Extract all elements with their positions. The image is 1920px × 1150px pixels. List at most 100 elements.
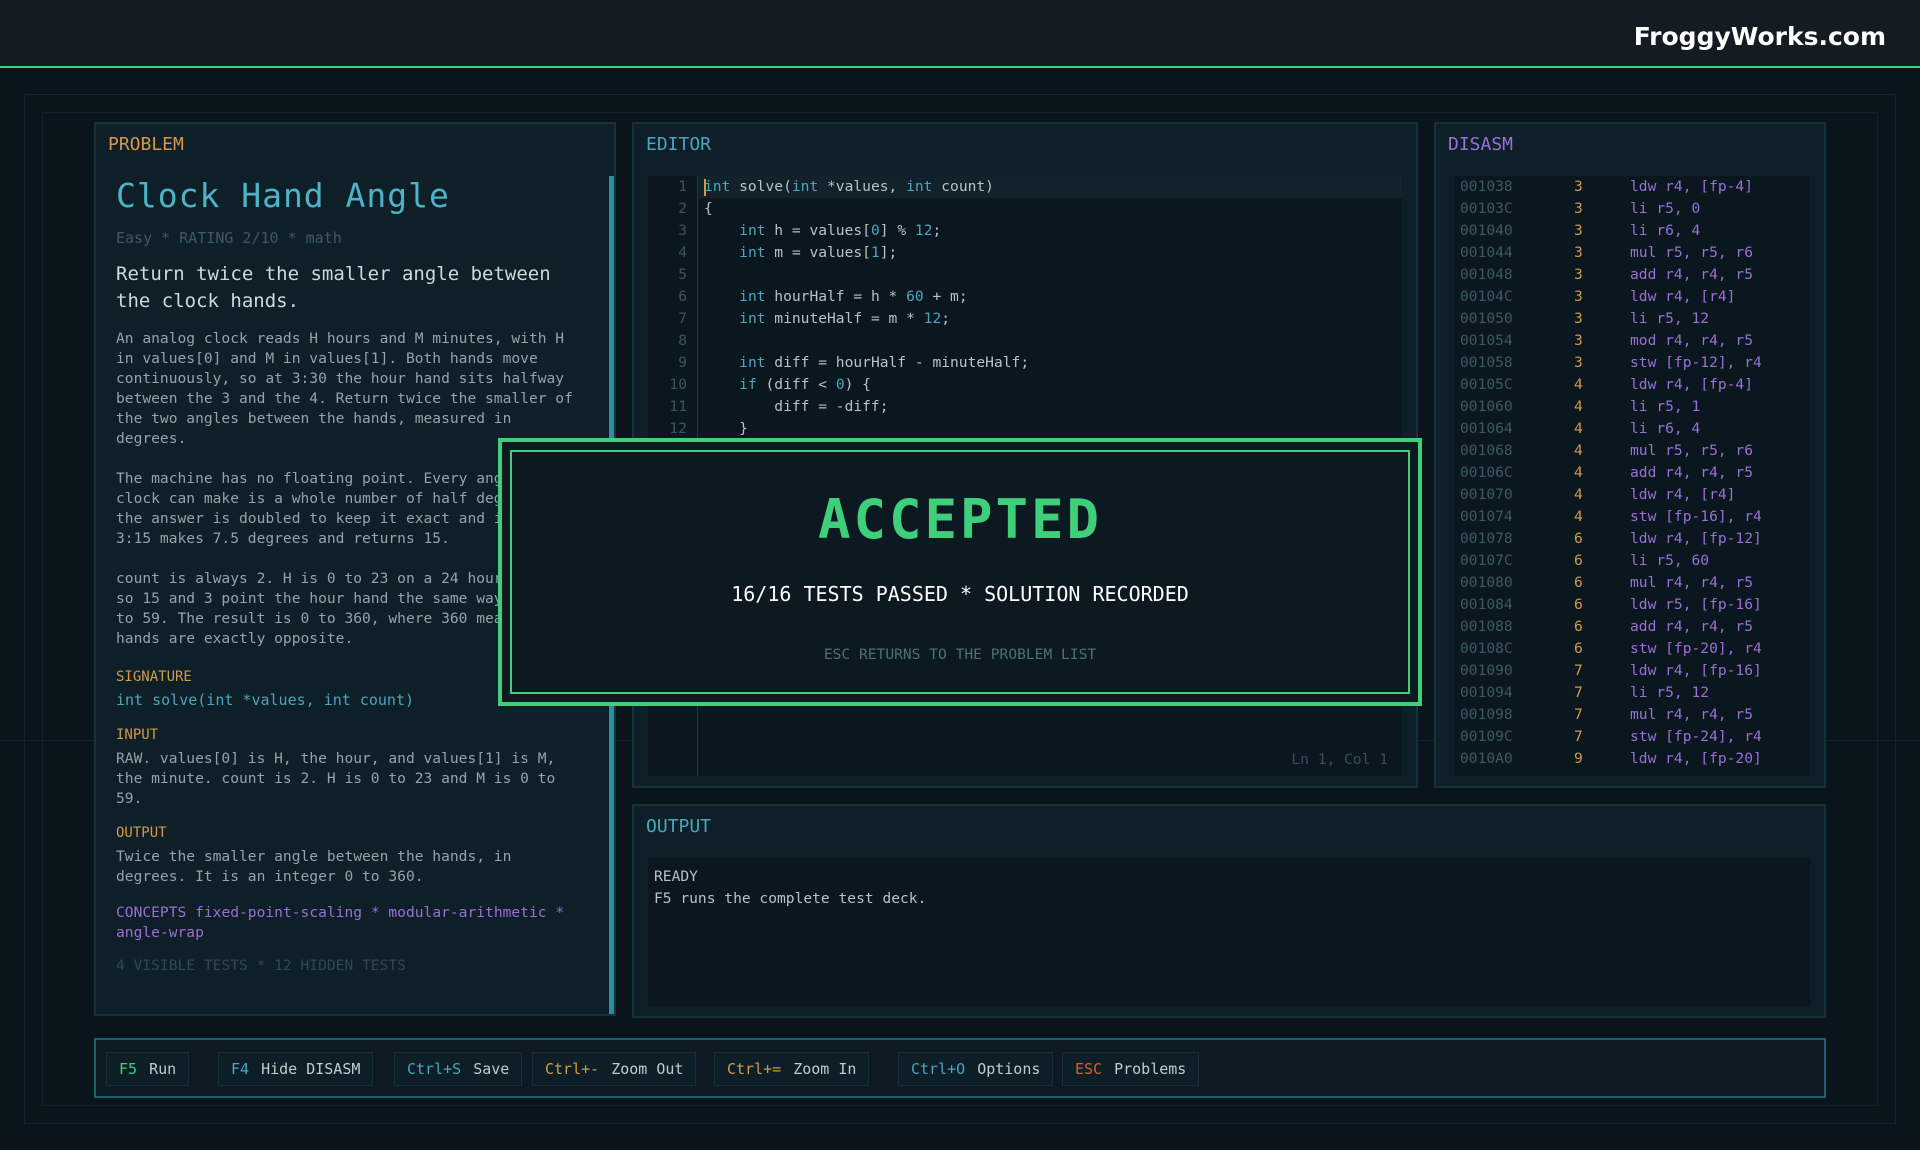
shortcut-label: Zoom In bbox=[793, 1060, 857, 1078]
shortcut-save[interactable]: Ctrl+S Save bbox=[394, 1052, 523, 1086]
code-line: diff = -diff; bbox=[704, 398, 889, 415]
line-number: 3 bbox=[678, 222, 687, 239]
concepts-list: CONCEPTS fixed-point-scaling * modular-a… bbox=[116, 903, 586, 943]
editor-panel-title: EDITOR bbox=[646, 134, 712, 155]
disasm-address: 001098 bbox=[1460, 706, 1513, 723]
accepted-dialog: ACCEPTED 16/16 TESTS PASSED * SOLUTION R… bbox=[498, 438, 1422, 706]
dialog-hint[interactable]: ESC RETURNS TO THE PROBLEM LIST bbox=[502, 646, 1418, 663]
disasm-row[interactable]: 001080 6 mul r4, r4, r5 bbox=[1454, 574, 1810, 596]
disasm-address: 00106C bbox=[1460, 464, 1513, 481]
brand-logo: FroggyWorks.com bbox=[1633, 22, 1886, 51]
disasm-row[interactable]: 001038 3 ldw r4, [fp-4] bbox=[1454, 178, 1810, 200]
shortcut-key: F5 bbox=[119, 1060, 138, 1078]
disasm-row[interactable]: 001090 7 ldw r4, [fp-16] bbox=[1454, 662, 1810, 684]
shortcut-bar: F5 Run F4 Hide DISASM Ctrl+S Save Ctrl+- Zoom O… bbox=[94, 1038, 1826, 1098]
disasm-address: 001094 bbox=[1460, 684, 1513, 701]
shortcut-zoom-in[interactable]: Ctrl+= Zoom In bbox=[714, 1052, 870, 1086]
output-heading: OUTPUT bbox=[116, 825, 167, 841]
disasm-row[interactable]: 001044 3 mul r5, r5, r6 bbox=[1454, 244, 1810, 266]
shortcut-hide-disasm[interactable]: F4 Hide DISASM bbox=[218, 1052, 374, 1086]
code-line: int h = values[0] % 12; bbox=[739, 222, 942, 239]
disasm-row[interactable]: 0010A0 9 ldw r4, [fp-20] bbox=[1454, 750, 1810, 772]
disasm-instruction: li r5, 1 bbox=[1630, 398, 1701, 415]
shortcut-label: Options bbox=[977, 1060, 1041, 1078]
disasm-list[interactable]: 001038 3 ldw r4, [fp-4] 00103C 3 li r5, 0 0010… bbox=[1454, 176, 1810, 776]
disasm-source-line: 6 bbox=[1574, 530, 1583, 547]
disasm-source-line: 6 bbox=[1574, 574, 1583, 591]
disasm-instruction: li r5, 12 bbox=[1630, 310, 1710, 327]
disasm-instruction: li r5, 12 bbox=[1630, 684, 1710, 701]
disasm-row[interactable]: 001070 4 ldw r4, [r4] bbox=[1454, 486, 1810, 508]
disasm-row[interactable]: 001094 7 li r5, 12 bbox=[1454, 684, 1810, 706]
disasm-address: 001084 bbox=[1460, 596, 1513, 613]
disasm-address: 00107C bbox=[1460, 552, 1513, 569]
disasm-source-line: 3 bbox=[1574, 178, 1583, 195]
disasm-address: 001090 bbox=[1460, 662, 1513, 679]
shortcut-zoom-out[interactable]: Ctrl+- Zoom Out bbox=[532, 1052, 697, 1086]
disasm-address: 001088 bbox=[1460, 618, 1513, 635]
top-bar: FroggyWorks.com bbox=[0, 0, 1920, 68]
disasm-row[interactable]: 001074 4 stw [fp-16], r4 bbox=[1454, 508, 1810, 530]
disasm-source-line: 6 bbox=[1574, 640, 1583, 657]
disasm-row[interactable]: 001060 4 li r5, 1 bbox=[1454, 398, 1810, 420]
disasm-row[interactable]: 001050 3 li r5, 12 bbox=[1454, 310, 1810, 332]
disasm-row[interactable]: 001064 4 li r6, 4 bbox=[1454, 420, 1810, 442]
disasm-address: 001058 bbox=[1460, 354, 1513, 371]
disasm-row[interactable]: 001088 6 add r4, r4, r5 bbox=[1454, 618, 1810, 640]
shortcut-options[interactable]: Ctrl+O Options bbox=[898, 1052, 1054, 1086]
line-number: 10 bbox=[669, 376, 687, 393]
disasm-address: 001080 bbox=[1460, 574, 1513, 591]
disasm-address: 001050 bbox=[1460, 310, 1513, 327]
shortcut-run[interactable]: F5 Run bbox=[106, 1052, 190, 1086]
disasm-address: 001078 bbox=[1460, 530, 1513, 547]
disasm-address: 001044 bbox=[1460, 244, 1513, 261]
shortcut-label: Save bbox=[473, 1060, 510, 1078]
disasm-instruction: li r6, 4 bbox=[1630, 222, 1701, 239]
disasm-row[interactable]: 00106C 4 add r4, r4, r5 bbox=[1454, 464, 1810, 486]
disasm-row[interactable]: 00109C 7 stw [fp-24], r4 bbox=[1454, 728, 1810, 750]
disasm-instruction: mul r5, r5, r6 bbox=[1630, 442, 1754, 459]
disasm-instruction: ldw r4, [r4] bbox=[1630, 486, 1736, 503]
output-console: READY F5 runs the complete test deck. bbox=[648, 858, 1810, 1006]
disasm-row[interactable]: 00105C 4 ldw r4, [fp-4] bbox=[1454, 376, 1810, 398]
disasm-row[interactable]: 001084 6 ldw r5, [fp-16] bbox=[1454, 596, 1810, 618]
disasm-address: 001048 bbox=[1460, 266, 1513, 283]
disasm-row[interactable]: 001068 4 mul r5, r5, r6 bbox=[1454, 442, 1810, 464]
disasm-address: 0010A0 bbox=[1460, 750, 1513, 767]
disasm-source-line: 3 bbox=[1574, 288, 1583, 305]
code-line: int solve(int *values, int count) bbox=[704, 178, 994, 195]
disasm-instruction: mul r5, r5, r6 bbox=[1630, 244, 1754, 261]
line-number: 6 bbox=[678, 288, 687, 305]
shortcut-label: Run bbox=[149, 1060, 177, 1078]
line-number: 12 bbox=[669, 420, 687, 437]
disasm-row[interactable]: 001048 3 add r4, r4, r5 bbox=[1454, 266, 1810, 288]
disasm-row[interactable]: 00104C 3 ldw r4, [r4] bbox=[1454, 288, 1810, 310]
disasm-source-line: 4 bbox=[1574, 486, 1583, 503]
code-line: int diff = hourHalf - minuteHalf; bbox=[739, 354, 1030, 371]
disasm-address: 00105C bbox=[1460, 376, 1513, 393]
disasm-instruction: li r5, 0 bbox=[1630, 200, 1701, 217]
disasm-instruction: ldw r4, [r4] bbox=[1630, 288, 1736, 305]
disasm-row[interactable]: 001078 6 ldw r4, [fp-12] bbox=[1454, 530, 1810, 552]
disasm-instruction: li r6, 4 bbox=[1630, 420, 1701, 437]
problem-panel-title: PROBLEM bbox=[108, 134, 184, 155]
disasm-address: 001070 bbox=[1460, 486, 1513, 503]
disasm-source-line: 4 bbox=[1574, 442, 1583, 459]
shortcut-key: ESC bbox=[1075, 1060, 1103, 1078]
output-panel: OUTPUT READY F5 runs the complete test d… bbox=[632, 804, 1826, 1018]
disasm-row[interactable]: 001054 3 mod r4, r4, r5 bbox=[1454, 332, 1810, 354]
disasm-address: 001054 bbox=[1460, 332, 1513, 349]
disasm-row[interactable]: 00108C 6 stw [fp-20], r4 bbox=[1454, 640, 1810, 662]
disasm-source-line: 6 bbox=[1574, 596, 1583, 613]
shortcut-problems[interactable]: ESC Problems bbox=[1062, 1052, 1200, 1086]
disasm-row[interactable]: 001058 3 stw [fp-12], r4 bbox=[1454, 354, 1810, 376]
code-line: int minuteHalf = m * 12; bbox=[739, 310, 951, 327]
disasm-panel: DISASM 001038 3 ldw r4, [fp-4] 00103C 3 li r5… bbox=[1434, 122, 1826, 788]
disasm-row[interactable]: 001098 7 mul r4, r4, r5 bbox=[1454, 706, 1810, 728]
disasm-row[interactable]: 00107C 6 li r5, 60 bbox=[1454, 552, 1810, 574]
disasm-row[interactable]: 001040 3 li r6, 4 bbox=[1454, 222, 1810, 244]
line-number: 7 bbox=[678, 310, 687, 327]
disasm-row[interactable]: 00103C 3 li r5, 0 bbox=[1454, 200, 1810, 222]
disasm-address: 001074 bbox=[1460, 508, 1513, 525]
disasm-instruction: ldw r4, [fp-20] bbox=[1630, 750, 1762, 767]
